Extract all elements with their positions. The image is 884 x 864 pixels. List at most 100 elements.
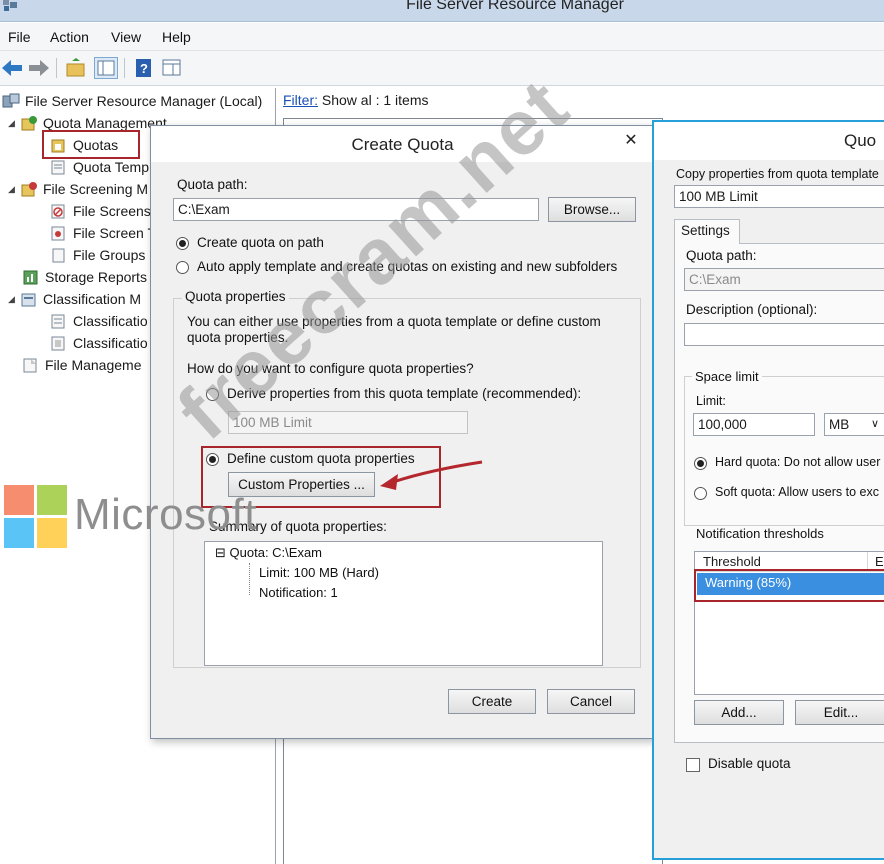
tree-root[interactable]: File Server Resource Manager (Local) [2,91,262,111]
quota-path-label: Quota path: [177,177,248,192]
tree-item-label: File Screen T [73,225,156,241]
file-management-icon [23,358,37,373]
tree-item-label: Classificatio [73,313,148,329]
tree-item-file-screens[interactable]: File Screens [50,201,151,221]
copy-template-select[interactable]: 100 MB Limit [674,185,884,208]
menu-file[interactable]: File [8,29,31,45]
file-groups-icon [52,248,65,263]
tree-connector [249,563,250,595]
summary-limit: Limit: 100 MB (Hard) [259,565,379,580]
title-bar: File Server Resource Manager [0,0,884,22]
window-title: File Server Resource Manager [406,0,624,13]
description-input[interactable] [684,323,884,346]
expand-arrow-icon[interactable]: ◢ [8,184,20,195]
properties-pane-icon[interactable] [160,57,184,79]
edit-threshold-button[interactable]: Edit... [795,700,884,725]
tree-item-file-groups[interactable]: File Groups [50,245,145,265]
logo-square-blue [4,518,34,548]
tree-item-file-management[interactable]: File Manageme [22,355,142,375]
file-screen-templates-icon [51,226,65,241]
tree-item-storage-reports[interactable]: Storage Reports [22,267,147,287]
tree-item-label: File Groups [73,247,146,263]
quota-management-icon [21,116,37,131]
menu-bar: File Action View Help [0,23,884,51]
cancel-button[interactable]: Cancel [547,689,635,714]
classification-properties-icon [51,314,65,329]
unit-value: MB [829,417,850,432]
microsoft-logo [4,485,68,549]
menu-view[interactable]: View [111,29,141,45]
space-limit-group-label: Space limit [692,369,762,384]
tree-item-classification[interactable]: ◢ Classification M [8,289,141,309]
notification-thresholds-label: Notification thresholds [696,526,824,541]
description-label: Description (optional): [686,302,818,317]
logo-square-red [4,485,34,515]
hard-quota-radio[interactable] [694,457,707,470]
limit-input[interactable]: 100,000 [693,413,815,436]
microsoft-wordmark: Microsoft [74,490,257,539]
forward-arrow-icon[interactable] [27,57,51,79]
tree-item-quota-templates[interactable]: Quota Temp [50,157,149,177]
soft-quota-label: Soft quota: Allow users to exc [715,485,879,499]
classification-rules-icon [51,336,65,351]
column-threshold[interactable]: Threshold [703,554,761,569]
create-button[interactable]: Create [448,689,536,714]
unit-select[interactable]: MB ∨ [824,413,884,436]
up-folder-icon[interactable] [64,57,88,79]
file-screens-icon [51,204,65,219]
tree-item-classification-properties[interactable]: Classificatio [50,311,148,331]
storage-reports-icon [23,270,38,285]
filter-value: Show al : 1 items [321,92,429,108]
disable-quota-checkbox[interactable] [686,758,700,772]
add-threshold-button[interactable]: Add... [694,700,784,725]
dialog-title: Quo [844,131,877,150]
logo-square-yellow [37,518,67,548]
soft-quota-radio[interactable] [694,487,707,500]
tree-item-label: File Screens [73,203,151,219]
svg-text:?: ? [140,61,148,76]
expand-arrow-icon[interactable]: ◢ [8,294,20,305]
disable-quota-label: Disable quota [708,756,791,771]
toolbar: ? [0,51,884,86]
filter-link[interactable]: Filter: [283,92,318,108]
tree-item-classification-rules[interactable]: Classificatio [50,333,148,353]
classification-icon [21,293,36,307]
hard-quota-label: Hard quota: Do not allow user [715,455,881,469]
limit-label: Limit: [696,394,726,408]
tab-settings[interactable]: Settings [674,219,740,244]
tree-item-file-screen-templates[interactable]: File Screen T [50,223,156,243]
tree-root-label: File Server Resource Manager (Local) [25,93,263,109]
logo-square-green [37,485,67,515]
summary-quota-text: Quota: C:\Exam [229,545,323,560]
summary-tree[interactable]: ⊟ Quota: C:\Exam Limit: 100 MB (Hard) No… [204,541,603,666]
back-arrow-icon[interactable] [0,57,24,79]
help-icon[interactable]: ? [132,57,156,79]
menu-help[interactable]: Help [162,29,191,45]
menu-action[interactable]: Action [50,29,89,45]
create-quota-on-path-radio[interactable] [176,237,189,250]
tree-item-label: Quota Management [43,115,167,131]
browse-button[interactable]: Browse... [548,197,636,222]
expand-arrow-icon[interactable]: ◢ [8,118,20,129]
file-screening-icon [21,182,37,197]
quotas-highlight-box [42,130,140,159]
toolbar-separator [124,58,125,78]
auto-apply-template-radio[interactable] [176,261,189,274]
quota-path-readonly: C:\Exam [684,268,884,291]
show-hide-console-tree-icon[interactable] [94,57,118,79]
quota-path-label: Quota path: [686,248,757,263]
create-quota-on-path-label: Create quota on path [197,235,324,250]
collapse-icon[interactable]: ⊟ [215,545,226,560]
close-icon[interactable]: ✕ [616,129,646,153]
tree-item-label: Classificatio [73,335,148,351]
tree-item-label: Quota Temp [73,159,150,175]
chevron-down-icon: ∨ [871,418,880,430]
toolbar-separator [56,58,57,78]
quota-properties-dialog: Quo Copy properties from quota template … [652,120,884,860]
tree-item-file-screening[interactable]: ◢ File Screening M [8,179,148,199]
column-e[interactable]: E [875,554,884,569]
tree-item-label: File Screening M [43,181,149,197]
tree-item-label: Classification M [43,291,142,307]
tree-item-label: File Manageme [45,357,142,373]
quota-templates-icon [51,160,65,175]
